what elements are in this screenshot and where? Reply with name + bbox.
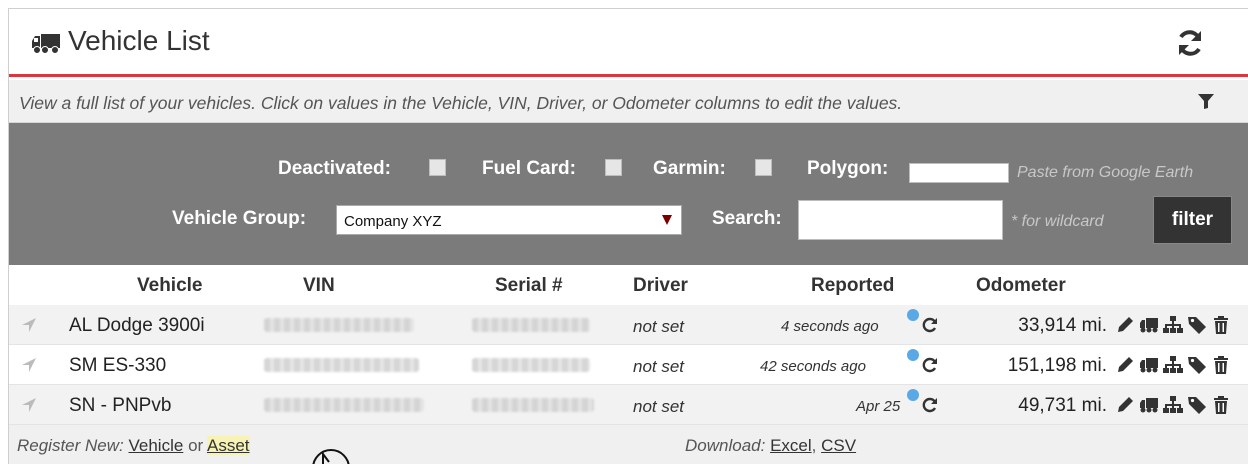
panel-header: Vehicle List (9, 9, 1248, 77)
download-excel-link[interactable]: Excel (770, 436, 812, 455)
truck-icon (32, 34, 60, 54)
tag-icon[interactable] (1187, 355, 1207, 375)
or-text: or (188, 436, 204, 455)
truck-icon[interactable] (1139, 315, 1159, 335)
table-row: AL Dodge 3900i not set 4 seconds ago 33,… (9, 305, 1248, 345)
pencil-icon[interactable] (1115, 395, 1135, 415)
driver-value[interactable]: not set (633, 317, 684, 337)
row-actions (1115, 355, 1245, 375)
trash-icon[interactable] (1211, 395, 1231, 415)
funnel-icon[interactable] (1197, 93, 1215, 110)
filter-button[interactable]: filter (1153, 196, 1232, 244)
table-row: SM ES-330 not set 42 seconds ago 151,198… (9, 345, 1248, 385)
search-hint: * for wildcard (1011, 213, 1104, 230)
row-actions (1115, 315, 1245, 335)
download-links: Download: Excel, CSV (685, 436, 856, 456)
tag-icon[interactable] (1187, 315, 1207, 335)
register-asset-link[interactable]: Asset (206, 436, 250, 455)
trash-icon[interactable] (1211, 315, 1231, 335)
vehicle-name[interactable]: SN - PNPvb (69, 395, 171, 417)
column-header-vin[interactable]: VIN (303, 275, 335, 297)
info-icon[interactable] (907, 389, 919, 401)
polygon-hint: Paste from Google Earth (1017, 164, 1194, 181)
pencil-icon[interactable] (1115, 355, 1135, 375)
sitemap-icon[interactable] (1163, 315, 1183, 335)
sitemap-icon[interactable] (1163, 355, 1183, 375)
trash-icon[interactable] (1211, 355, 1231, 375)
serial-redacted (472, 358, 590, 372)
refresh-icon[interactable] (922, 397, 938, 413)
download-csv-link[interactable]: CSV (821, 436, 856, 455)
tag-icon[interactable] (1187, 395, 1207, 415)
polygon-input[interactable] (909, 163, 1009, 183)
register-prefix: Register New: (17, 436, 124, 455)
search-label: Search: (712, 208, 782, 229)
reported-value: 42 seconds ago (760, 358, 866, 375)
truck-icon[interactable] (1139, 395, 1159, 415)
column-header-reported[interactable]: Reported (811, 275, 894, 297)
filter-panel: Deactivated: Fuel Card: Garmin: Polygon:… (9, 123, 1248, 265)
reported-value: Apr 25 (856, 398, 901, 415)
odometer-value[interactable]: 49,731 mi. (977, 395, 1107, 417)
odometer-value[interactable]: 151,198 mi. (977, 355, 1107, 377)
vin-redacted[interactable] (264, 358, 419, 372)
vehicle-list-panel: Vehicle List View a full list of your ve… (8, 8, 1248, 464)
truck-icon[interactable] (1139, 355, 1159, 375)
serial-redacted (472, 318, 590, 332)
column-header-driver[interactable]: Driver (633, 275, 688, 297)
vehicle-name[interactable]: AL Dodge 3900i (69, 315, 205, 337)
row-actions (1115, 395, 1245, 415)
polygon-label: Polygon: (807, 158, 889, 179)
comma-separator: , (811, 436, 817, 455)
vin-redacted[interactable] (264, 318, 414, 332)
location-arrow-icon (22, 318, 36, 332)
chevron-down-icon (662, 215, 672, 225)
odometer-value[interactable]: 33,914 mi. (977, 315, 1107, 337)
refresh-icon[interactable] (922, 317, 938, 333)
fuel-card-checkbox[interactable] (605, 159, 622, 176)
table-row: SN - PNPvb not set Apr 25 49,731 mi. (9, 385, 1248, 425)
column-header-vehicle[interactable]: Vehicle (137, 275, 203, 297)
sitemap-icon[interactable] (1163, 395, 1183, 415)
garmin-label: Garmin: (653, 158, 726, 179)
deactivated-label: Deactivated: (278, 158, 391, 179)
driver-value[interactable]: not set (633, 397, 684, 417)
reported-value: 4 seconds ago (781, 318, 879, 335)
download-prefix: Download: (685, 436, 766, 455)
refresh-icon[interactable] (1174, 27, 1206, 59)
vehicle-name[interactable]: SM ES-330 (69, 355, 166, 377)
vehicle-group-value: Company XYZ (344, 213, 442, 230)
location-arrow-icon (22, 358, 36, 372)
cursor-icon (312, 449, 350, 464)
location-arrow-icon (22, 398, 36, 412)
search-input[interactable] (798, 200, 1003, 240)
garmin-checkbox[interactable] (755, 159, 772, 176)
register-vehicle-link[interactable]: Vehicle (129, 436, 184, 455)
vehicle-group-select[interactable]: Company XYZ (336, 205, 682, 235)
page-title: Vehicle List (68, 25, 210, 56)
column-header-serial[interactable]: Serial # (495, 275, 563, 297)
table-footer: Register New: Vehicle or Asset Download:… (9, 425, 1248, 464)
deactivated-checkbox[interactable] (429, 159, 446, 176)
info-icon[interactable] (907, 309, 919, 321)
info-icon[interactable] (907, 349, 919, 361)
driver-value[interactable]: not set (633, 357, 684, 377)
fuel-card-label: Fuel Card: (482, 158, 576, 179)
vehicle-group-label: Vehicle Group: (172, 208, 307, 229)
description-bar: View a full list of your vehicles. Click… (9, 80, 1248, 123)
pencil-icon[interactable] (1115, 315, 1135, 335)
refresh-icon[interactable] (922, 357, 938, 373)
serial-redacted (472, 398, 594, 412)
description-text: View a full list of your vehicles. Click… (19, 93, 903, 113)
vin-redacted[interactable] (264, 398, 424, 412)
register-new: Register New: Vehicle or Asset (17, 436, 250, 456)
table-header: Vehicle VIN Serial # Driver Reported Odo… (9, 265, 1248, 305)
column-header-odometer[interactable]: Odometer (976, 275, 1066, 297)
